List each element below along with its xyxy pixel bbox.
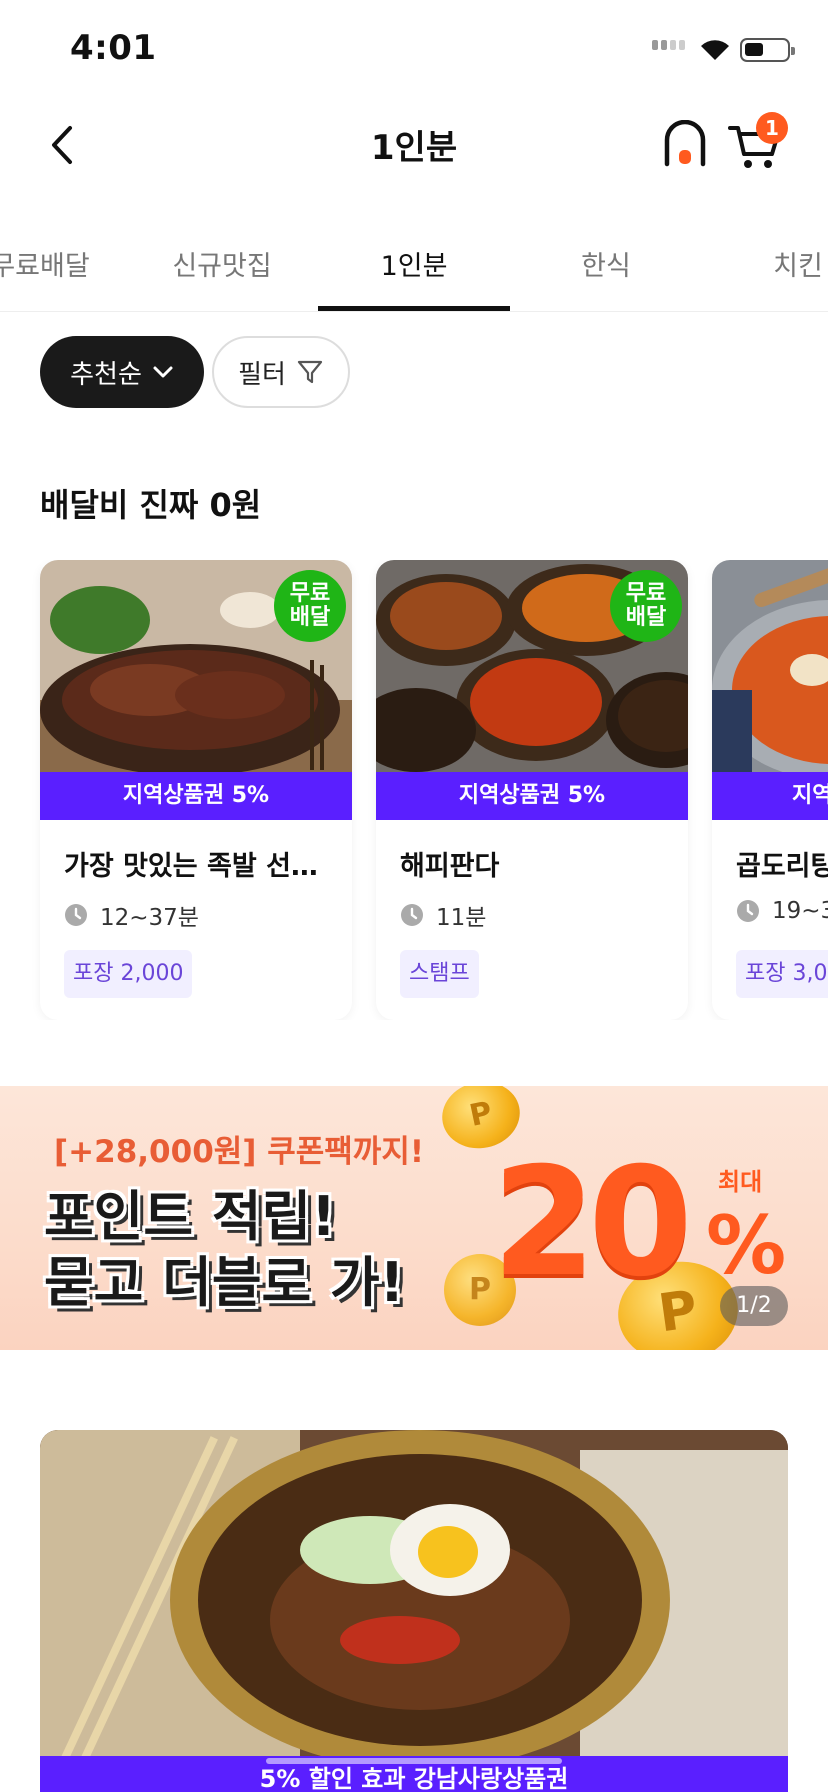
delivery-time: 19~3 <box>736 898 828 924</box>
category-tabs: 무료배달 신규맛집 1인분 한식 치킨 <box>0 230 828 312</box>
filter-funnel-icon <box>297 360 323 384</box>
section-title: 배달비 진짜 0원 <box>40 486 262 524</box>
tab-new-restaurants[interactable]: 신규맛집 <box>126 244 318 283</box>
banner-percent: 20 <box>492 1136 693 1310</box>
tab-single-serving[interactable]: 1인분 <box>318 244 510 283</box>
filter-button[interactable]: 필터 <box>212 336 350 408</box>
banner-percent-sign: % <box>706 1199 787 1292</box>
scroll-indicator <box>266 1758 562 1764</box>
restaurant-card[interactable]: 지역상품권 5% 곱도리탕 19~3 포장 3,00 <box>712 560 828 1020</box>
top-header: 1인분 1 <box>0 100 828 190</box>
food-photo-stew <box>712 560 828 772</box>
free-delivery-badge: 무료 배달 <box>610 570 682 642</box>
restaurant-name: 해피판다 <box>400 851 500 882</box>
restaurant-name: 곱도리탕 <box>736 851 828 882</box>
restaurant-name: 가장 맛있는 족발 선… <box>64 851 318 882</box>
info-tag: 스탬프 <box>400 950 479 998</box>
cart-count-badge: 1 <box>756 112 788 144</box>
banner-pager: 1/2 <box>720 1286 788 1326</box>
delivery-time: 11분 <box>400 898 486 932</box>
active-tab-indicator <box>318 306 510 311</box>
clock-icon <box>65 904 87 926</box>
status-bar: 4:01 <box>0 0 828 100</box>
promo-banner[interactable]: P P P [+28,000원] 쿠폰팩까지! 포인트 적립! 묻고 더블로 가… <box>0 1086 828 1350</box>
sort-dropdown-button[interactable]: 추천순 <box>40 336 204 408</box>
coupon-strip: 지역상품권 5% <box>376 772 688 820</box>
banner-subtitle: [+28,000원] 쿠폰팩까지! <box>54 1134 424 1170</box>
restaurant-carousel[interactable]: 무료 배달 지역상품권 5% 가장 맛있는 족발 선… 12~37분 포장 2,0… <box>0 560 828 1020</box>
coupon-strip: 지역상품권 5% <box>712 772 828 820</box>
home-icon[interactable] <box>662 120 708 168</box>
restaurant-card[interactable]: 무료 배달 지역상품권 5% 해피판다 11분 스탬프 <box>376 560 688 1020</box>
battery-icon <box>740 38 795 62</box>
delivery-time: 12~37분 <box>64 898 199 932</box>
wifi-icon <box>701 40 729 60</box>
tab-korean[interactable]: 한식 <box>510 244 702 283</box>
banner-headline-2: 묻고 더블로 가! <box>44 1251 405 1314</box>
free-delivery-badge: 무료 배달 <box>274 570 346 642</box>
info-tag: 포장 2,000 <box>64 950 193 998</box>
filter-label: 필터 <box>238 359 286 390</box>
tab-chicken[interactable]: 치킨 <box>702 244 828 283</box>
chevron-down-icon <box>153 366 173 378</box>
sort-label: 추천순 <box>70 359 142 390</box>
tab-free-delivery[interactable]: 무료배달 <box>0 244 136 283</box>
clock-icon <box>401 904 423 926</box>
banner-max-label: 최대 <box>718 1168 763 1196</box>
featured-restaurant-card[interactable]: 5% 할인 효과 강남사랑상품권 <box>40 1430 788 1792</box>
clock-icon <box>737 900 759 922</box>
food-photo-naengmyeon <box>40 1430 788 1792</box>
status-time: 4:01 <box>70 28 157 68</box>
restaurant-card[interactable]: 무료 배달 지역상품권 5% 가장 맛있는 족발 선… 12~37분 포장 2,0… <box>40 560 352 1020</box>
info-tag: 포장 3,00 <box>736 950 828 998</box>
coupon-strip: 지역상품권 5% <box>40 772 352 820</box>
